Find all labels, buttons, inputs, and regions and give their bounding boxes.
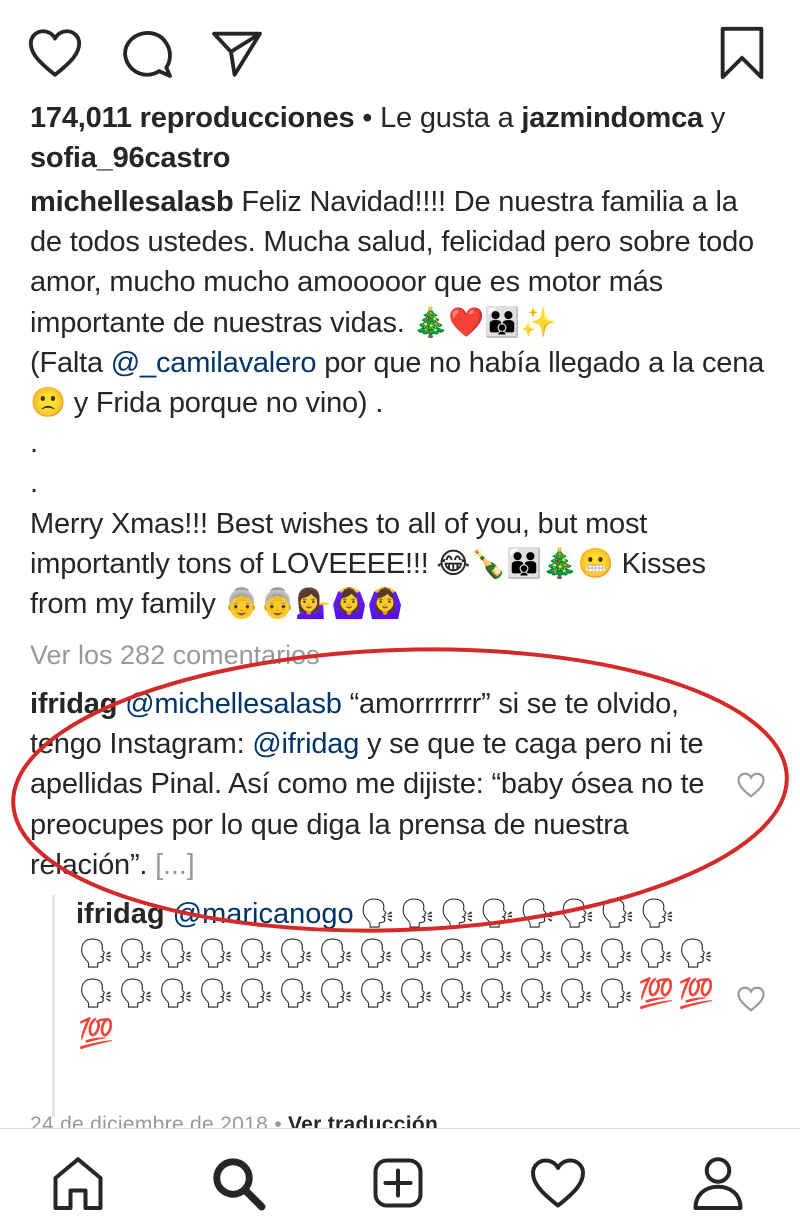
conjunction-text: y (702, 102, 726, 134)
speaking-head-emoji: 🗣 (397, 978, 435, 1010)
reply-comment: ifridag @maricanogo 🗣 🗣 🗣 🗣 🗣 🗣 🗣 🗣 🗣 🗣 🗣 🗣 🗣 🗣 🗣 🗣 🗣 🗣 🗣 🗣… (76, 894, 720, 1054)
speaking-head-emoji: 🗣 (597, 978, 635, 1010)
more-link[interactable]: [...] (155, 849, 194, 881)
heart-outline-icon[interactable] (26, 24, 84, 82)
liker-username[interactable]: jazmindomca (521, 102, 703, 134)
view-all-comments-link[interactable]: Ver los 282 comentarios (30, 640, 320, 671)
home-icon[interactable] (48, 1153, 108, 1213)
speaking-head-emoji: 🗣 (399, 898, 436, 930)
new-post-icon[interactable] (368, 1153, 428, 1213)
liked-by-text: • Le gusta a (354, 102, 522, 134)
speaking-head-emoji: 🗣 (517, 978, 555, 1010)
comment-mention[interactable]: @michellesalasb (125, 688, 342, 720)
speaking-head-emoji: 🗣 (357, 938, 395, 970)
speaking-head-emoji: 🗣 (439, 898, 476, 930)
speaking-head-emoji: 🗣 (597, 938, 635, 970)
liker-username[interactable]: sofia_96castro (30, 142, 231, 174)
speaking-head-emoji: 🗣 (157, 978, 195, 1010)
post-action-bar (0, 12, 800, 92)
speaking-head-emoji: 🗣 (157, 938, 195, 970)
speaking-head-emoji: 🗣 (559, 898, 596, 930)
bottom-navigation (0, 1128, 800, 1228)
hundred-points-emoji: 💯 (637, 978, 675, 1010)
speaking-head-emoji: 🗣 (117, 938, 155, 970)
speaking-head-emoji: 🗣 (317, 978, 355, 1010)
comment-like-heart-icon[interactable] (736, 770, 766, 800)
hundred-points-emoji: 💯 (77, 1018, 115, 1050)
post-caption: michellesalasb Feliz Navidad!!!! De nues… (30, 182, 770, 624)
caption-dot: . (30, 427, 38, 460)
speaking-head-emoji: 🗣 (437, 938, 475, 970)
speaking-head-emoji: 🗣 (237, 938, 275, 970)
speaking-head-emoji: 🗣 (277, 978, 315, 1010)
likes-summary: 174,011 reproducciones • Le gusta a jazm… (30, 98, 770, 178)
speaking-head-emoji: 🗣 (397, 938, 435, 970)
comment: ifridag @michellesalasb “amorrrrrrr” si … (30, 684, 720, 885)
caption-english: Merry Xmas!!! Best wishes to all of you,… (30, 507, 706, 621)
caption-mention[interactable]: @_camilavalero (111, 347, 317, 379)
speaking-head-emoji: 🗣 (557, 938, 595, 970)
speaking-head-emoji: 🗣 (237, 978, 275, 1010)
reply-mention[interactable]: @maricanogo (173, 894, 354, 934)
speaking-head-emoji: 🗣 (359, 898, 396, 930)
speaking-head-emoji: 🗣 (517, 938, 555, 970)
speaking-head-emoji: 🗣 (437, 978, 475, 1010)
speaking-head-emoji: 🗣 (639, 898, 676, 930)
comment-author[interactable]: ifridag (30, 688, 117, 720)
caption-dot: . (30, 467, 38, 500)
speaking-head-emoji: 🗣 (197, 938, 235, 970)
caption-text: (Falta (30, 346, 111, 379)
speaking-head-emoji: 🗣 (117, 978, 155, 1010)
speaking-head-emoji: 🗣 (277, 938, 315, 970)
speaking-head-emoji: 🗣 (637, 938, 675, 970)
speaking-head-emoji: 🗣 (197, 978, 235, 1010)
reply-like-heart-icon[interactable] (736, 984, 766, 1014)
comment-bubble-icon[interactable] (118, 24, 176, 82)
instagram-post-screen: 174,011 reproducciones • Le gusta a jazm… (0, 0, 800, 1228)
profile-icon[interactable] (688, 1153, 748, 1213)
hundred-points-emoji: 💯 (677, 978, 715, 1010)
speaking-head-emoji: 🗣 (477, 978, 515, 1010)
speaking-head-emoji: 🗣 (317, 938, 355, 970)
speaking-head-emoji: 🗣 (599, 898, 636, 930)
speaking-head-emoji: 🗣 (357, 978, 395, 1010)
speaking-head-emoji: 🗣 (77, 978, 115, 1010)
search-icon[interactable] (208, 1153, 268, 1213)
activity-heart-icon[interactable] (528, 1153, 588, 1213)
reply-thread-line (52, 895, 55, 1117)
speaking-head-emoji: 🗣 (557, 978, 595, 1010)
speaking-head-emoji: 🗣 (477, 938, 515, 970)
comment-mention[interactable]: @ifridag (252, 728, 359, 760)
bookmark-icon[interactable] (712, 24, 772, 82)
paper-plane-icon[interactable] (208, 24, 266, 82)
speaking-head-emoji: 🗣 (519, 898, 556, 930)
caption-author[interactable]: michellesalasb (30, 186, 234, 218)
reply-author[interactable]: ifridag (76, 894, 165, 934)
speaking-head-emoji: 🗣 (479, 898, 516, 930)
views-count[interactable]: 174,011 reproducciones (30, 102, 355, 134)
speaking-head-emoji: 🗣 (677, 938, 715, 970)
speaking-head-emoji: 🗣 (77, 938, 115, 970)
